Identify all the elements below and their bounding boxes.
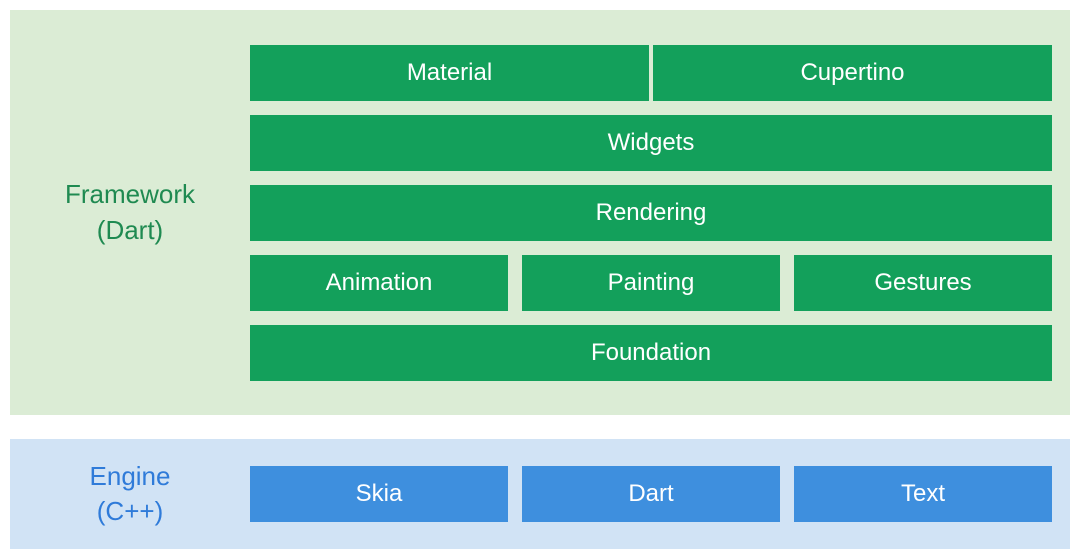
- layer-row: Foundation: [250, 325, 1052, 381]
- block-gestures: Gestures: [794, 255, 1052, 311]
- block-painting: Painting: [522, 255, 780, 311]
- engine-label-line2: (C++): [10, 494, 250, 529]
- block-material: Material: [250, 45, 649, 101]
- framework-label: Framework (Dart): [10, 177, 250, 247]
- block-foundation: Foundation: [250, 325, 1052, 381]
- framework-label-line1: Framework: [10, 177, 250, 212]
- block-animation: Animation: [250, 255, 508, 311]
- block-rendering: Rendering: [250, 185, 1052, 241]
- framework-label-line2: (Dart): [10, 213, 250, 248]
- engine-label: Engine (C++): [10, 459, 250, 529]
- block-widgets: Widgets: [250, 115, 1052, 171]
- layer-row: Widgets: [250, 115, 1052, 171]
- framework-layers: Material Cupertino Widgets Rendering Ani…: [250, 45, 1052, 381]
- layer-row: Material Cupertino: [250, 45, 1052, 101]
- layer-row: Rendering: [250, 185, 1052, 241]
- engine-layers: Skia Dart Text: [250, 466, 1052, 522]
- engine-label-line1: Engine: [10, 459, 250, 494]
- block-text: Text: [794, 466, 1052, 522]
- framework-section: Framework (Dart) Material Cupertino Widg…: [10, 10, 1070, 415]
- layer-row: Skia Dart Text: [250, 466, 1052, 522]
- block-dart: Dart: [522, 466, 780, 522]
- block-skia: Skia: [250, 466, 508, 522]
- engine-section: Engine (C++) Skia Dart Text: [10, 439, 1070, 549]
- block-cupertino: Cupertino: [653, 45, 1052, 101]
- layer-row: Animation Painting Gestures: [250, 255, 1052, 311]
